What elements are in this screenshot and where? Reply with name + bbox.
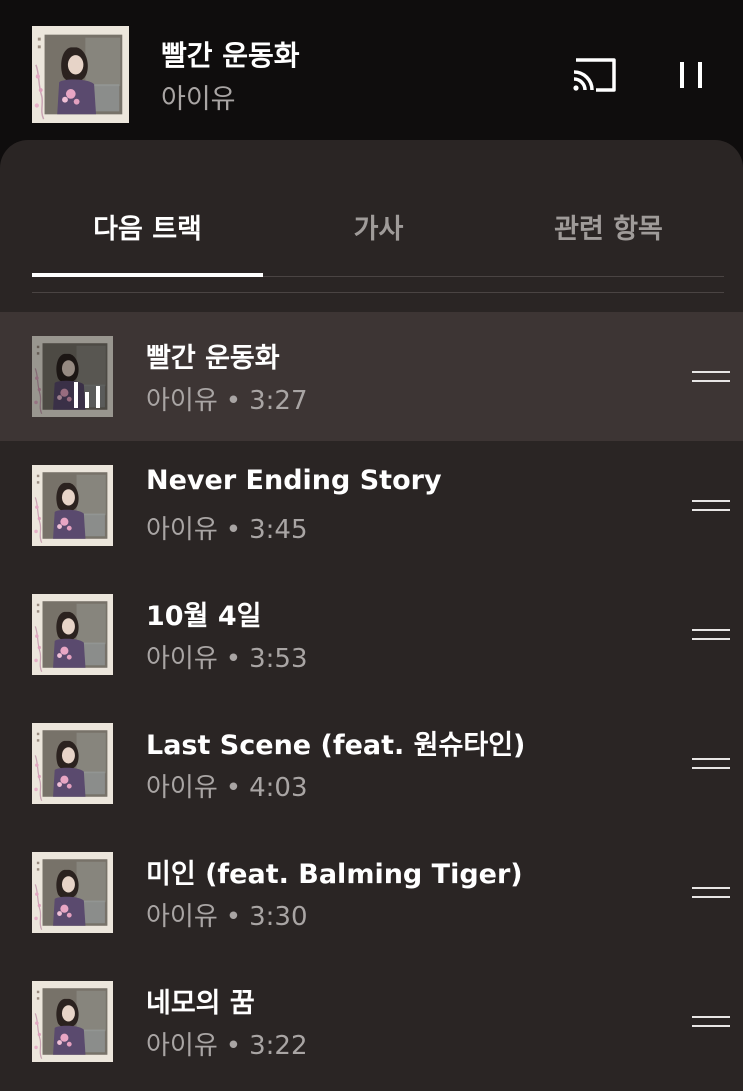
track-duration: 3:45 xyxy=(249,515,308,545)
track-meta: 아이유 • 3:45 xyxy=(146,509,308,546)
drag-handle-icon[interactable] xyxy=(692,367,730,387)
drag-handle-icon[interactable] xyxy=(692,496,730,516)
list-divider xyxy=(32,292,724,293)
queue-item[interactable]: 빨간 운동화 아이유 • 3:27 xyxy=(0,312,743,441)
track-meta: 아이유 • 3:53 xyxy=(146,638,308,675)
tab-divider xyxy=(263,276,724,277)
queue-item[interactable]: 10월 4일 아이유 • 3:53 xyxy=(0,570,743,699)
track-artist: 아이유 xyxy=(146,773,218,803)
track-artist: 아이유 xyxy=(146,515,218,545)
pause-icon xyxy=(680,62,702,88)
album-art xyxy=(32,594,113,675)
album-art xyxy=(32,981,113,1062)
now-playing-artist: 아이유 xyxy=(161,84,236,115)
separator: • xyxy=(225,644,242,674)
track-meta: 아이유 • 3:30 xyxy=(146,896,308,933)
track-title: Last Scene (feat. 원슈타인) xyxy=(146,730,526,761)
track-title: Never Ending Story xyxy=(146,465,442,496)
album-art xyxy=(32,852,113,933)
track-meta: 아이유 • 3:22 xyxy=(146,1025,308,1062)
tab-lyrics[interactable]: 가사 xyxy=(263,192,494,276)
separator: • xyxy=(225,515,242,545)
drag-handle-icon[interactable] xyxy=(692,883,730,903)
drag-handle-icon[interactable] xyxy=(692,1012,730,1032)
separator: • xyxy=(225,773,242,803)
track-duration: 3:53 xyxy=(249,644,308,674)
drag-handle-icon[interactable] xyxy=(692,625,730,645)
tab-up-next[interactable]: 다음 트랙 xyxy=(32,192,263,276)
tab-indicator xyxy=(32,273,263,277)
track-duration: 3:27 xyxy=(249,386,308,416)
pause-button[interactable] xyxy=(664,52,718,98)
track-title: 빨간 운동화 xyxy=(146,343,280,374)
track-artist: 아이유 xyxy=(146,386,218,416)
now-playing-title: 빨간 운동화 xyxy=(161,39,300,72)
track-meta: 아이유 • 4:03 xyxy=(146,767,308,804)
queue-item[interactable]: Last Scene (feat. 원슈타인) 아이유 • 4:03 xyxy=(0,699,743,828)
mini-player[interactable]: 빨간 운동화 아이유 xyxy=(0,0,743,140)
album-art xyxy=(32,336,113,417)
separator: • xyxy=(225,902,242,932)
track-artist: 아이유 xyxy=(146,902,218,932)
tab-bar: 다음 트랙 가사 관련 항목 xyxy=(32,192,724,278)
track-title: 10월 4일 xyxy=(146,601,262,632)
album-art xyxy=(32,465,113,546)
track-title: 미인 (feat. Balming Tiger) xyxy=(146,859,523,890)
queue-item[interactable]: 미인 (feat. Balming Tiger) 아이유 • 3:30 xyxy=(0,828,743,957)
separator: • xyxy=(225,386,242,416)
track-duration: 3:22 xyxy=(249,1031,308,1061)
queue-list: 빨간 운동화 아이유 • 3:27 Never Ending Story 아이유 • 3… xyxy=(0,312,743,1086)
separator: • xyxy=(225,1031,242,1061)
track-artist: 아이유 xyxy=(146,1031,218,1061)
track-artist: 아이유 xyxy=(146,644,218,674)
cast-button[interactable] xyxy=(566,52,622,98)
album-art xyxy=(32,723,113,804)
queue-sheet: 다음 트랙 가사 관련 항목 빨간 운동화 아이유 • 3:27 Never E… xyxy=(0,140,743,1091)
queue-item[interactable]: Never Ending Story 아이유 • 3:45 xyxy=(0,441,743,570)
track-duration: 4:03 xyxy=(249,773,308,803)
track-meta: 아이유 • 3:27 xyxy=(146,380,308,417)
drag-handle-icon[interactable] xyxy=(692,754,730,774)
queue-item[interactable]: 네모의 꿈 아이유 • 3:22 xyxy=(0,957,743,1086)
equalizer-icon xyxy=(32,336,113,417)
album-art xyxy=(32,26,129,123)
tab-related[interactable]: 관련 항목 xyxy=(493,192,724,276)
track-duration: 3:30 xyxy=(249,902,308,932)
track-title: 네모의 꿈 xyxy=(146,988,255,1019)
cast-icon xyxy=(573,58,616,92)
